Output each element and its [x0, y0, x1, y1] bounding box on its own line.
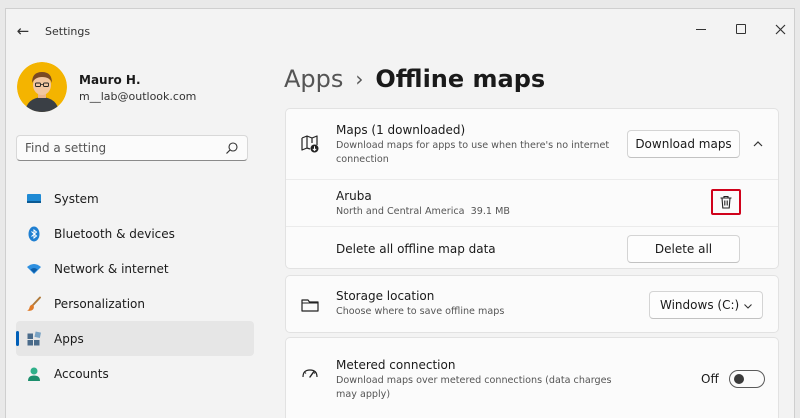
sidebar-item-label: Bluetooth & devices: [54, 226, 175, 241]
avatar[interactable]: [17, 62, 67, 112]
minimize-button[interactable]: [689, 17, 713, 41]
divider: [286, 226, 778, 227]
breadcrumb: Apps › Offline maps: [284, 61, 545, 97]
minimize-icon: [696, 28, 706, 30]
back-arrow-icon[interactable]: ←: [14, 22, 32, 40]
storage-description: Choose where to save offline maps: [336, 306, 505, 317]
page-title: Offline maps: [375, 65, 546, 93]
chevron-down-icon: [744, 304, 752, 309]
folder-icon: [301, 299, 319, 312]
apps-icon: [27, 330, 42, 345]
wifi-icon: [27, 263, 41, 274]
person-icon: [28, 367, 40, 381]
maps-title: Maps (1 downloaded): [336, 123, 466, 137]
bluetooth-icon: [28, 226, 40, 241]
breadcrumb-separator: ›: [355, 67, 364, 91]
sidebar-item-apps[interactable]: Apps: [16, 321, 254, 356]
toggle-knob: [734, 374, 744, 384]
brush-icon: [27, 296, 41, 311]
dropdown-selected-value: Windows (C:): [660, 298, 740, 312]
title-bar: ← Settings: [6, 9, 794, 51]
speedometer-icon: [302, 369, 318, 378]
chevron-up-icon[interactable]: [751, 137, 765, 151]
search-input[interactable]: [17, 136, 217, 160]
search-box[interactable]: [16, 135, 248, 161]
sidebar-item-label: Network & internet: [54, 261, 169, 276]
metered-toggle-state: Off: [701, 372, 719, 386]
storage-card: Storage location Choose where to save of…: [285, 275, 779, 333]
divider: [286, 179, 778, 180]
map-download-icon: [301, 135, 319, 153]
storage-location-dropdown[interactable]: Windows (C:): [649, 291, 763, 319]
user-email: m__lab@outlook.com: [79, 90, 197, 103]
user-name: Mauro H.: [79, 73, 141, 87]
sidebar-item-label: Accounts: [54, 366, 109, 381]
trash-icon: [720, 195, 732, 209]
sidebar-item-label: Personalization: [54, 296, 145, 311]
delete-all-text: Delete all offline map data: [336, 242, 496, 256]
close-button[interactable]: [768, 17, 792, 41]
avatar-illustration: [17, 62, 67, 112]
sidebar-nav: System Bluetooth & devices Network & int…: [16, 181, 254, 391]
sidebar-item-personalization[interactable]: Personalization: [16, 286, 254, 321]
maximize-button[interactable]: [729, 17, 753, 41]
sidebar-item-bluetooth[interactable]: Bluetooth & devices: [16, 216, 254, 251]
delete-map-button[interactable]: [711, 189, 741, 215]
map-item-size: 39.1 MB: [470, 206, 510, 217]
metered-toggle[interactable]: [729, 370, 765, 388]
search-icon[interactable]: [225, 141, 239, 155]
download-maps-button[interactable]: Download maps: [627, 130, 740, 158]
metered-card: Metered connection Download maps over me…: [285, 337, 779, 418]
metered-title: Metered connection: [336, 358, 456, 372]
maximize-icon: [736, 24, 746, 34]
sidebar-item-accounts[interactable]: Accounts: [16, 356, 254, 391]
sidebar-item-network[interactable]: Network & internet: [16, 251, 254, 286]
close-icon: [775, 24, 785, 34]
breadcrumb-parent[interactable]: Apps: [284, 65, 343, 93]
maps-description: Download maps for apps to use when there…: [336, 140, 610, 165]
storage-title: Storage location: [336, 289, 435, 303]
settings-window: ← Settings Mauro H. m__lab@outlook.com F…: [5, 8, 795, 418]
map-item-region: North and Central America 39.1 MB: [336, 205, 510, 219]
sidebar-item-label: System: [54, 191, 99, 206]
monitor-icon: [27, 193, 41, 203]
app-title: Settings: [45, 25, 91, 38]
sidebar-item-system[interactable]: System: [16, 181, 254, 216]
metered-description: Download maps over metered connections (…: [336, 375, 612, 400]
maps-card: Maps (1 downloaded) Download maps for ap…: [285, 108, 779, 269]
delete-all-button[interactable]: Delete all: [627, 235, 740, 263]
map-item-region-text: North and Central America: [336, 206, 465, 217]
map-item-name: Aruba: [336, 189, 372, 203]
sidebar-item-label: Apps: [54, 331, 84, 346]
